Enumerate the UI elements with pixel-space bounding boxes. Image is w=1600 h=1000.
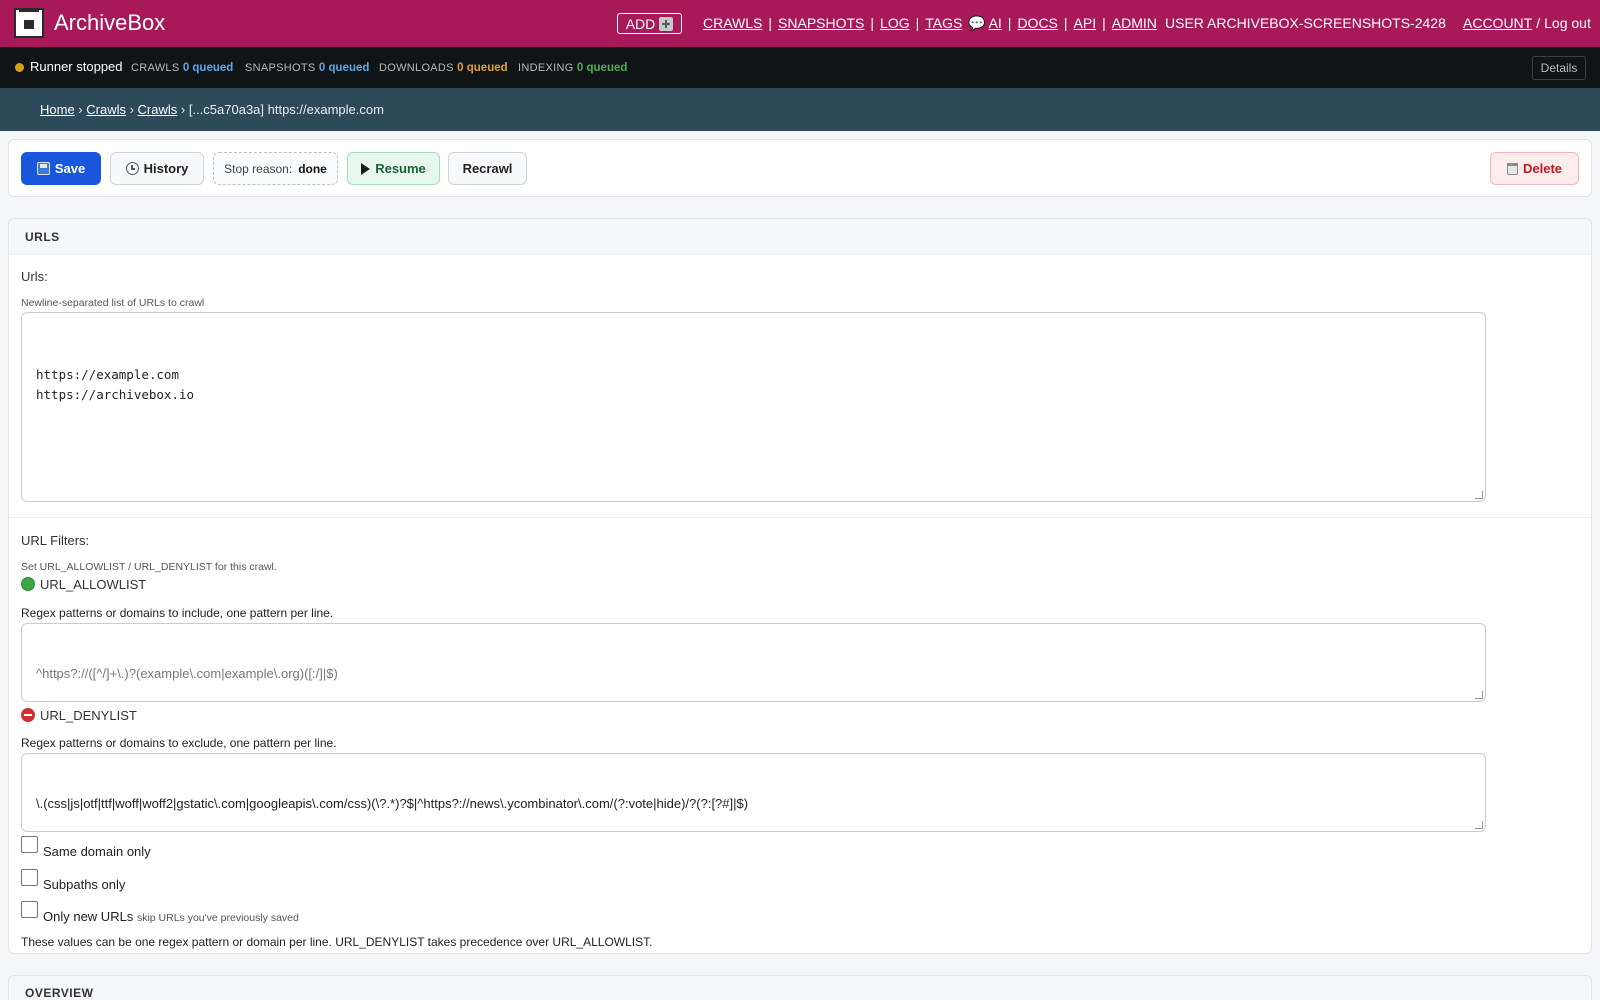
urls-fieldset: URLS Urls: Newline-separated list of URL… — [8, 218, 1592, 954]
denylist-value: \.(css|js|otf|ttf|woff|woff2|gstatic\.co… — [36, 796, 749, 811]
breadcrumb-crawls-app[interactable]: Crawls — [86, 102, 126, 117]
main-nav: CRAWLS | SNAPSHOTS | LOG | TAGS — [703, 15, 963, 31]
details-button[interactable]: Details — [1532, 56, 1586, 80]
save-button[interactable]: Save — [21, 152, 101, 185]
nav-tags[interactable]: TAGS — [925, 15, 962, 31]
account-nav: ACCOUNT / Log out — [1463, 15, 1591, 31]
subpaths-label[interactable]: Subpaths only — [43, 877, 125, 892]
stop-reason-value: done — [298, 161, 327, 176]
nav-log[interactable]: LOG — [880, 15, 910, 31]
urls-section-title: URLS — [9, 219, 1591, 255]
subpaths-checkbox[interactable] — [21, 869, 38, 886]
stop-reason-label: Stop reason: — [224, 161, 293, 176]
recrawl-button[interactable]: Recrawl — [448, 152, 527, 185]
url-filters-label: URL Filters: — [21, 533, 90, 548]
section-divider — [9, 517, 1591, 518]
indexing-queue: INDEXING 0 queued — [518, 62, 628, 74]
green-circle-icon — [21, 577, 35, 591]
breadcrumb: Home › Crawls › Crawls › [...c5a70a3a] h… — [0, 88, 1600, 131]
floppy-disk-icon — [36, 162, 50, 175]
brand-title[interactable]: ArchiveBox — [54, 10, 165, 36]
urls-label: Urls: — [21, 269, 48, 284]
breadcrumb-crawls-list[interactable]: Crawls — [138, 102, 178, 117]
denylist-textarea[interactable]: \.(css|js|otf|ttf|woff|woff2|gstatic\.co… — [21, 753, 1486, 832]
resume-button[interactable]: Resume — [347, 152, 440, 185]
breadcrumb-home[interactable]: Home — [40, 102, 75, 117]
clock-icon — [125, 162, 139, 175]
nav-docs[interactable]: DOCS — [1017, 15, 1057, 31]
denylist-help: Regex patterns or domains to exclude, on… — [21, 736, 337, 750]
nav-snapshots[interactable]: SNAPSHOTS — [778, 15, 864, 31]
plus-icon — [659, 16, 674, 31]
snapshots-queue-value: 0 queued — [318, 62, 370, 74]
overview-section-title[interactable]: OVERVIEW — [8, 975, 1592, 1000]
nav-crawls[interactable]: CRAWLS — [703, 15, 762, 31]
add-label: ADD — [625, 15, 656, 32]
indexing-queue-value: 0 queued — [576, 62, 628, 74]
play-icon — [361, 162, 371, 175]
denylist-title: URL_DENYLIST — [21, 708, 137, 723]
only-new-urls-label[interactable]: Only new URLs skip URLs you've previousl… — [43, 909, 299, 924]
resize-handle-icon[interactable] — [1475, 821, 1483, 829]
downloads-queue: DOWNLOADS 0 queued — [379, 62, 508, 74]
secondary-nav: 💬 AI | DOCS | API | ADMIN — [968, 15, 1157, 31]
nav-api[interactable]: API — [1074, 15, 1097, 31]
trash-icon — [1506, 162, 1518, 175]
top-navbar: ArchiveBox ADD CRAWLS | SNAPSHOTS | LOG | TAGS… — [0, 0, 1600, 47]
resize-handle-icon[interactable] — [1475, 691, 1483, 699]
crawls-queue-value: 0 queued — [182, 62, 234, 74]
nav-account[interactable]: ACCOUNT — [1463, 15, 1532, 31]
nav-ai[interactable]: AI — [989, 15, 1002, 31]
allowlist-textarea[interactable]: ^https?://([^/]+\.)?(example\.com|exampl… — [21, 623, 1486, 702]
only-new-urls-checkbox[interactable] — [21, 901, 38, 918]
logout-link[interactable]: Log out — [1544, 15, 1591, 31]
same-domain-checkbox[interactable] — [21, 836, 38, 853]
speech-bubble-icon: 💬 — [968, 15, 986, 31]
allowlist-title: URL_ALLOWLIST — [21, 577, 146, 592]
snapshots-queue: SNAPSHOTS 0 queued — [245, 62, 370, 74]
no-entry-icon — [21, 708, 35, 722]
url-filters-help: Set URL_ALLOWLIST / URL_DENYLIST for thi… — [21, 561, 277, 573]
user-info: USER ARCHIVEBOX-SCREENSHOTS-2428 — [1165, 15, 1446, 31]
breadcrumb-current: [...c5a70a3a] https://example.com — [188, 102, 384, 117]
urls-textarea[interactable]: https://example.com https://archivebox.i… — [21, 312, 1486, 502]
archivebox-logo-icon[interactable] — [14, 8, 44, 38]
allowlist-placeholder: ^https?://([^/]+\.)?(example\.com|exampl… — [36, 666, 338, 681]
history-button[interactable]: History — [110, 152, 204, 185]
object-toolbar: Save History Stop reason: done Resume Re… — [8, 139, 1592, 197]
delete-button[interactable]: Delete — [1490, 152, 1579, 185]
add-button[interactable]: ADD — [617, 13, 682, 34]
worker-status-bar: Runner stopped CRAWLS 0 queued SNAPSHOTS… — [0, 47, 1600, 88]
runner-status: Runner stopped — [30, 59, 123, 74]
downloads-queue-value: 0 queued — [457, 62, 508, 74]
urls-help-text: Newline-separated list of URLs to crawl — [21, 297, 205, 309]
resize-handle-icon[interactable] — [1475, 491, 1483, 499]
only-new-urls-help: skip URLs you've previously saved — [136, 912, 299, 924]
same-domain-label[interactable]: Same domain only — [43, 844, 151, 859]
crawls-queue: CRAWLS 0 queued — [131, 62, 234, 74]
stop-reason-badge: Stop reason: done — [213, 152, 338, 185]
allowlist-help: Regex patterns or domains to include, on… — [21, 606, 334, 620]
runner-status-dot — [15, 63, 24, 72]
filters-footer-note: These values can be one regex pattern or… — [21, 935, 653, 949]
nav-admin[interactable]: ADMIN — [1112, 15, 1157, 31]
